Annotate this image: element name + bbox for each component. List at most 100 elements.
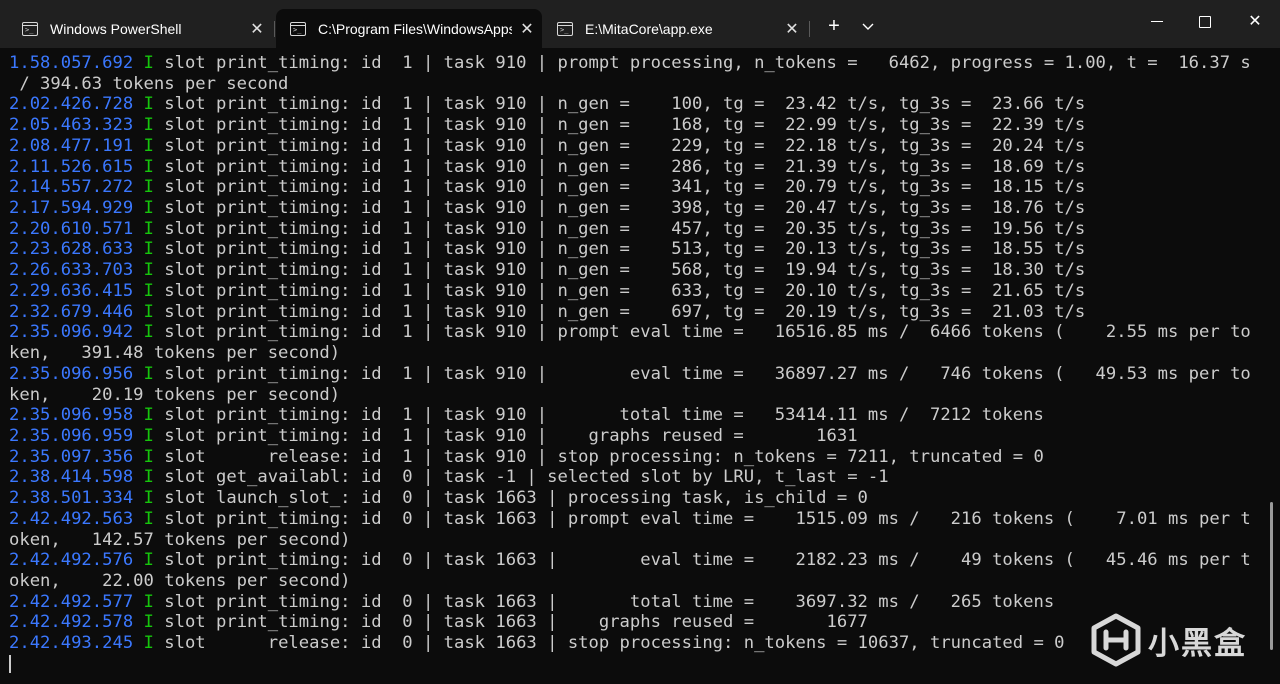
log-line: 2.42.492.576 I slot print_timing: id 0 |… [9,550,1271,571]
log-line: 2.08.477.191 I slot print_timing: id 1 |… [9,136,1271,157]
log-line: 2.35.097.356 I slot release: id 1 | task… [9,447,1271,468]
log-level: I [143,260,154,281]
log-message: ken, 20.19 tokens per second) [9,384,341,405]
log-level: I [143,612,154,633]
log-timestamp: 2.05.463.323 [9,115,134,136]
log-message: slot print_timing: id 1 | task 910 | eva… [153,363,1251,384]
terminal-output[interactable]: 1.58.057.692 I slot print_timing: id 1 |… [9,53,1271,675]
scrollbar[interactable] [1270,502,1273,650]
close-icon: ✕ [1248,13,1262,30]
terminal-icon: >_ [22,21,38,36]
log-message: slot print_timing: id 1 | task 910 | n_g… [153,135,1086,156]
close-tab-icon[interactable]: ✕ [242,19,272,39]
log-line: 2.32.679.446 I slot print_timing: id 1 |… [9,302,1271,323]
log-message: oken, 142.57 tokens per second) [9,529,351,550]
tab-title: C:\Program Files\WindowsApps [318,20,512,37]
log-message: slot print_timing: id 1 | task 910 | gra… [153,425,858,446]
close-window-button[interactable]: ✕ [1230,0,1280,44]
log-timestamp: 2.08.477.191 [9,135,134,156]
log-line: 2.11.526.615 I slot print_timing: id 1 |… [9,157,1271,178]
log-line: 2.35.096.959 I slot print_timing: id 1 |… [9,426,1271,447]
log-level: I [143,53,154,73]
log-message: slot print_timing: id 0 | task 1663 | pr… [153,508,1251,529]
log-line: 2.02.426.728 I slot print_timing: id 1 |… [9,94,1271,115]
log-line: 2.20.610.571 I slot print_timing: id 1 |… [9,219,1271,240]
log-line: 2.38.414.598 I slot get_availabl: id 0 |… [9,467,1271,488]
tab-windows-powershell[interactable]: >_ Windows PowerShell ✕ [8,9,272,48]
log-line: 1.58.057.692 I slot print_timing: id 1 |… [9,53,1271,74]
log-message: slot print_timing: id 1 | task 910 | n_g… [153,218,1086,239]
title-bar: >_ Windows PowerShell ✕ >_ C:\Program Fi… [0,0,1280,48]
log-message: slot release: id 0 | task 1663 | stop pr… [153,633,1065,654]
cursor-line [9,654,1271,675]
log-level: I [143,550,154,571]
tab-program-files[interactable]: >_ C:\Program Files\WindowsApps ✕ [276,9,542,48]
log-level: I [143,467,154,488]
log-level: I [143,322,154,343]
chevron-down-icon [862,23,874,30]
maximize-button[interactable] [1180,0,1230,44]
log-message: oken, 22.00 tokens per second) [9,570,351,591]
tab-separator [274,21,275,37]
close-tab-icon[interactable]: ✕ [777,19,807,39]
log-message: slot launch_slot_: id 0 | task 1663 | pr… [153,488,868,509]
log-timestamp: 2.29.636.415 [9,280,134,301]
log-timestamp: 2.35.096.958 [9,405,134,426]
log-line: 2.26.633.703 I slot print_timing: id 1 |… [9,260,1271,281]
log-line: 2.35.096.956 I slot print_timing: id 1 |… [9,364,1271,385]
log-level: I [143,94,154,115]
log-timestamp: 2.35.096.959 [9,425,134,446]
log-line: 2.17.594.929 I slot print_timing: id 1 |… [9,198,1271,219]
log-line: 2.14.557.272 I slot print_timing: id 1 |… [9,177,1271,198]
log-line: 2.42.493.245 I slot release: id 0 | task… [9,633,1271,654]
log-level: I [143,198,154,219]
log-message: slot print_timing: id 1 | task 910 | n_g… [153,94,1086,115]
log-level: I [143,405,154,426]
log-level: I [143,633,154,654]
log-message: slot print_timing: id 1 | task 910 | n_g… [153,260,1086,281]
log-timestamp: 2.14.557.272 [9,177,134,198]
new-tab-button[interactable]: + [822,12,846,40]
log-message: slot print_timing: id 1 | task 910 | pro… [153,53,1251,73]
log-timestamp: 2.42.493.245 [9,633,134,654]
log-line: 2.23.628.633 I slot print_timing: id 1 |… [9,239,1271,260]
log-message: slot print_timing: id 1 | task 910 | n_g… [153,156,1086,177]
terminal-icon: >_ [290,21,306,36]
log-level: I [143,591,154,612]
minimize-button[interactable] [1132,0,1182,44]
log-timestamp: 2.26.633.703 [9,260,134,281]
log-message: slot print_timing: id 1 | task 910 | n_g… [153,115,1086,136]
log-message: slot print_timing: id 1 | task 910 | n_g… [153,177,1086,198]
tab-mitacore-app[interactable]: >_ E:\MitaCore\app.exe ✕ [543,9,807,48]
log-timestamp: 2.17.594.929 [9,198,134,219]
maximize-icon [1199,15,1211,28]
log-timestamp: 2.38.501.334 [9,488,134,509]
log-message: slot print_timing: id 1 | task 910 | n_g… [153,198,1086,219]
log-timestamp: 2.20.610.571 [9,218,134,239]
log-message: slot print_timing: id 0 | task 1663 | ev… [153,550,1251,571]
log-line: 2.42.492.577 I slot print_timing: id 0 |… [9,592,1271,613]
log-message: slot release: id 1 | task 910 | stop pro… [153,446,1044,467]
log-message: ken, 391.48 tokens per second) [9,343,341,364]
log-line: oken, 142.57 tokens per second) [9,530,1271,551]
watermark: 小黑盒 [1088,612,1247,668]
log-message: slot print_timing: id 0 | task 1663 | gr… [153,612,868,633]
log-level: I [143,156,154,177]
log-line: 2.35.096.942 I slot print_timing: id 1 |… [9,322,1271,343]
log-level: I [143,135,154,156]
close-tab-icon[interactable]: ✕ [512,19,542,39]
log-timestamp: 2.35.096.956 [9,363,134,384]
log-line: 2.38.501.334 I slot launch_slot_: id 0 |… [9,488,1271,509]
log-timestamp: 2.23.628.633 [9,239,134,260]
minimize-icon [1151,21,1163,23]
watermark-text: 小黑盒 [1148,625,1247,662]
tab-dropdown-button[interactable] [858,12,878,40]
log-line: ken, 391.48 tokens per second) [9,343,1271,364]
log-level: I [143,280,154,301]
terminal-icon: >_ [557,21,573,36]
log-timestamp: 2.11.526.615 [9,156,134,177]
log-level: I [143,488,154,509]
log-message: / 394.63 tokens per second [9,73,289,94]
log-line: 2.05.463.323 I slot print_timing: id 1 |… [9,115,1271,136]
log-timestamp: 2.32.679.446 [9,301,134,322]
